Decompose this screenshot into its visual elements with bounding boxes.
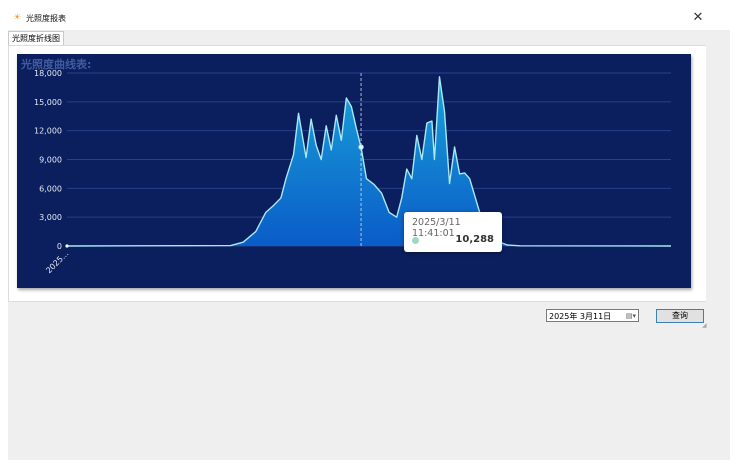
y-tick-label: 12,000 [34,127,62,136]
tooltip-series-dot [412,237,419,244]
y-tick-label: 0 [57,242,62,251]
chart-tooltip: 2025/3/11 11:41:01 10,288 [404,212,502,252]
hover-point [358,144,364,150]
x-tick-label: 2025... [44,249,70,275]
close-button[interactable]: ✕ [690,10,706,26]
sun-icon: ☀ [13,13,22,23]
date-value: 2025年 3月11日 [549,312,612,321]
y-tick-label: 15,000 [34,98,62,107]
title-bar: ☀ 光照度报表 ✕ [0,0,740,30]
illuminance-chart: 0 3,000 6,000 9,000 12,000 15,000 18,000 2025..… [17,54,691,288]
tab-illuminance-line-chart[interactable]: 光照度折线图 [8,31,64,46]
window-title: 光照度报表 [26,14,66,23]
query-button[interactable]: 查询 [656,309,704,323]
y-tick-label: 9,000 [39,156,62,165]
tooltip-value: 10,288 [455,234,494,245]
y-tick-label: 6,000 [39,184,62,193]
window-right-margin [706,30,730,460]
date-picker[interactable]: 2025年 3月11日 ▤▾ [546,309,639,322]
start-point [65,244,69,248]
y-tick-label: 3,000 [39,213,62,222]
chart-header: 光照度曲线表: [21,58,92,71]
tab-page: 0 3,000 6,000 9,000 12,000 15,000 18,000 2025..… [8,45,707,302]
tab-strip: 光照度折线图 [8,30,730,46]
resize-grip-icon[interactable]: ◢ [702,323,708,329]
chart-canvas: 03,0006,0009,00012,00015,00018,0002025..… [34,69,672,275]
window-client: 光照度折线图 0 3,000 6,000 9,000 12,000 15,000 18,00… [8,30,730,460]
calendar-dropdown-icon[interactable]: ▤▾ [622,311,636,321]
